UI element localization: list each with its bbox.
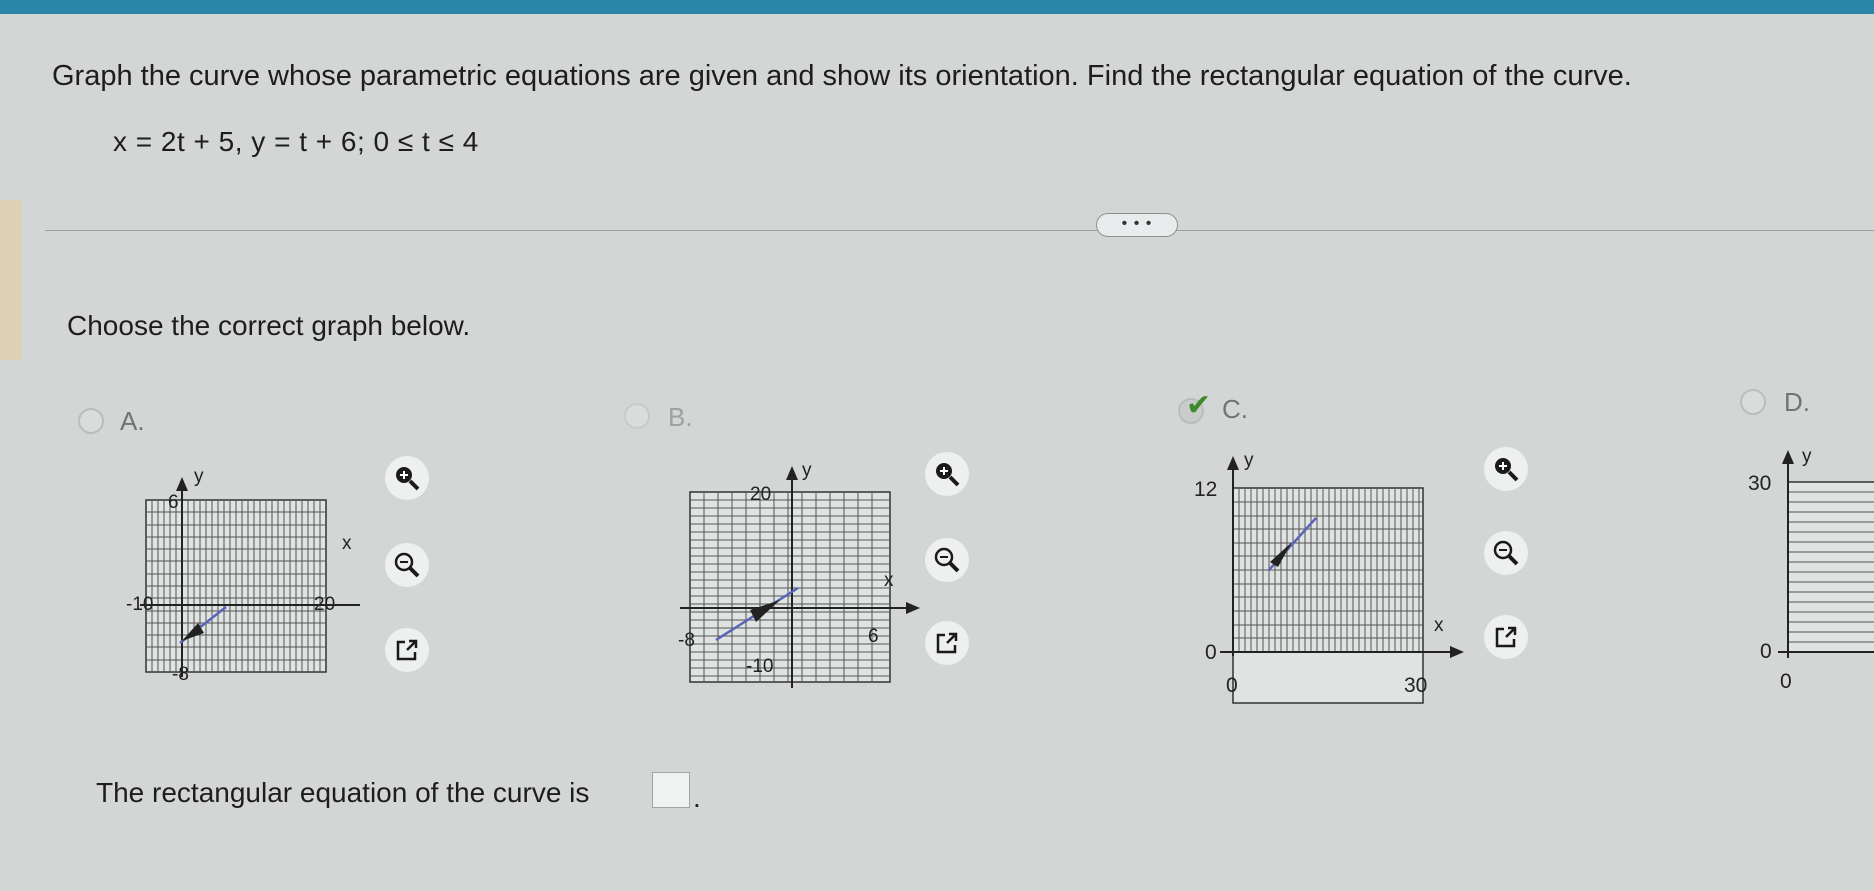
zoom-out-icon — [934, 547, 960, 573]
graph-a-y-axis-label: y — [194, 466, 204, 487]
graph-c-y-min-label: 0 — [1205, 641, 1217, 664]
answer-input[interactable] — [652, 772, 690, 808]
more-button[interactable]: • • • — [1096, 213, 1178, 237]
zoom-out-icon — [1493, 540, 1519, 566]
graph-c-x-max-label: 30 — [1404, 674, 1427, 697]
graph-d-grid — [1787, 481, 1874, 653]
graph-a-pop-out-button[interactable] — [385, 628, 429, 672]
zoom-in-icon — [1495, 458, 1519, 482]
graph-a-x-axis-label: x — [342, 533, 352, 554]
graph-c-y-arrow — [1227, 456, 1239, 470]
graph-d-x-min-label: 0 — [1780, 670, 1792, 693]
graph-c-pop-out-button[interactable] — [1484, 615, 1528, 659]
graph-c-x-axis-label: x — [1434, 615, 1444, 636]
graph-b-y-arrow — [786, 466, 798, 480]
option-d-radio[interactable] — [1740, 389, 1766, 415]
graph-a-y-arrow — [176, 477, 188, 491]
graph-d: y 30 0 0 — [1748, 446, 1874, 693]
graph-b: y x 20 -10 -8 6 — [678, 460, 920, 688]
graph-b-x-axis-label: x — [884, 570, 894, 591]
graph-a-zoom-out-button[interactable] — [385, 543, 429, 587]
graph-b-y-axis-label: y — [802, 460, 812, 481]
graph-b-y-max-label: 20 — [750, 484, 771, 505]
top-bar — [0, 0, 1874, 14]
graph-c-zoom-in-button[interactable] — [1484, 447, 1528, 491]
graph-b-x-max-label: 6 — [868, 626, 879, 647]
graph-c-x-arrow — [1450, 646, 1464, 658]
graph-a-grid — [145, 499, 327, 673]
graph-b-y-min-label: -10 — [746, 656, 773, 677]
answer-period: . — [693, 782, 701, 813]
graph-b-zoom-in-button[interactable] — [925, 452, 969, 496]
option-a-label: A. — [120, 406, 145, 436]
graph-c-x-min-label: 0 — [1226, 674, 1238, 697]
section-divider — [45, 230, 1874, 231]
zoom-in-icon — [936, 463, 960, 487]
option-c-label: C. — [1222, 394, 1248, 424]
graph-c-y-max-label: 12 — [1194, 478, 1217, 501]
graph-c-y-axis-label: y — [1244, 450, 1254, 471]
graph-c: y x 12 0 0 30 — [1194, 450, 1464, 704]
graph-a-y-min-label: -8 — [172, 664, 189, 685]
graph-b-x-arrow — [906, 602, 920, 614]
graph-a: y x 6 -8 -10 20 — [126, 466, 360, 685]
zoom-out-icon — [394, 552, 420, 578]
graph-c-zoom-out-button[interactable] — [1484, 531, 1528, 575]
answer-prompt: The rectangular equation of the curve is — [96, 777, 590, 808]
graph-c-grid — [1232, 487, 1424, 704]
left-accent-strip — [0, 200, 22, 360]
pop-out-icon — [396, 639, 418, 661]
parametric-equations: x = 2t + 5, y = t + 6; 0 ≤ t ≤ 4 — [113, 126, 479, 157]
graph-d-y-arrow — [1782, 450, 1794, 464]
graph-b-zoom-out-button[interactable] — [925, 538, 969, 582]
option-b-radio[interactable] — [624, 403, 650, 429]
option-b-label: B. — [668, 402, 693, 432]
checkmark-icon: ✔ — [1186, 389, 1212, 422]
question-prompt: Graph the curve whose parametric equatio… — [52, 60, 1632, 92]
graph-a-zoom-in-button[interactable] — [385, 456, 429, 500]
graph-a-x-min-label: -10 — [126, 594, 153, 615]
graph-d-y-axis-label: y — [1802, 446, 1812, 467]
choose-graph-label: Choose the correct graph below. — [67, 310, 471, 341]
option-a-radio[interactable] — [78, 408, 104, 434]
graph-b-pop-out-button[interactable] — [925, 621, 969, 665]
pop-out-icon — [936, 632, 958, 654]
graph-a-y-max-label: 6 — [168, 492, 179, 513]
graph-b-x-min-label: -8 — [678, 630, 695, 651]
graph-d-y-min-label: 0 — [1760, 640, 1772, 663]
graph-d-y-max-label: 30 — [1748, 472, 1771, 495]
pop-out-icon — [1495, 626, 1517, 648]
graph-a-x-max-label: 20 — [314, 594, 335, 615]
graph-b-grid — [689, 491, 891, 683]
zoom-in-icon — [396, 467, 420, 491]
option-d-label: D. — [1784, 387, 1810, 417]
